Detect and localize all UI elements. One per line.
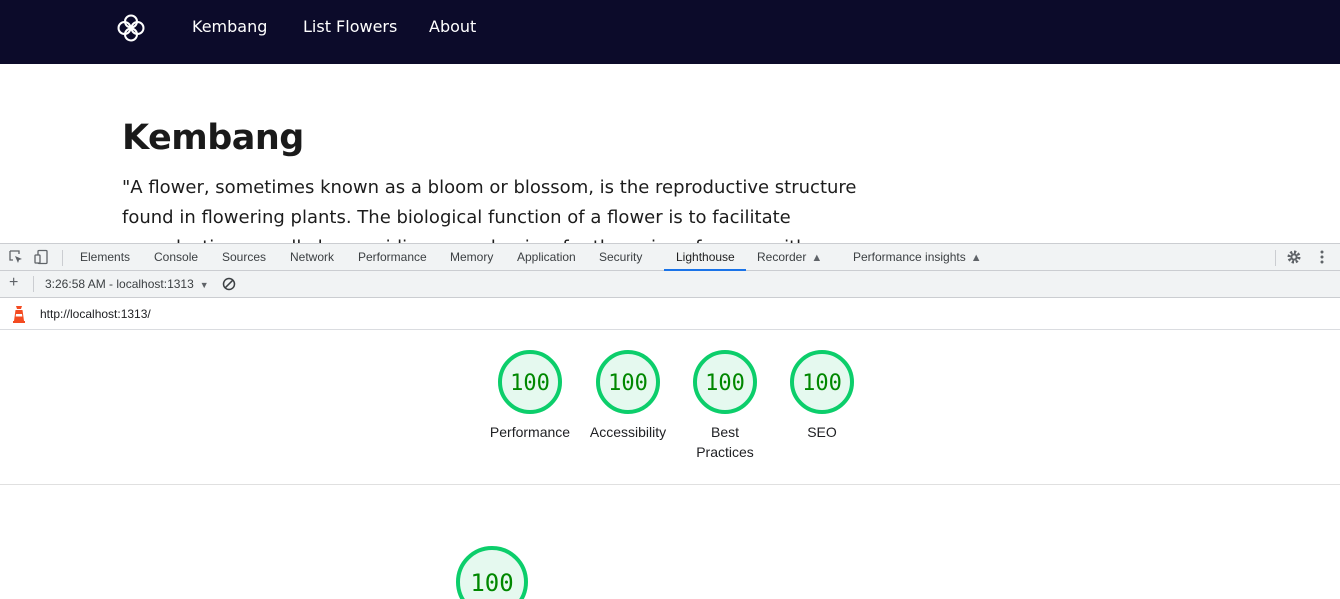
report-divider [0, 484, 1340, 485]
gear-icon[interactable] [1286, 249, 1302, 265]
tab-recorder-label: Recorder [757, 250, 807, 264]
device-toolbar-icon[interactable] [34, 249, 50, 265]
inspect-element-icon[interactable] [8, 249, 24, 265]
gauge-score: 100 [470, 569, 514, 597]
clear-icon[interactable] [222, 277, 236, 291]
devtools-tabbar: Elements Console Sources Network Perform… [0, 243, 1340, 271]
report-url[interactable]: http://localhost:1313/ [40, 307, 151, 321]
toolbar-divider [1275, 250, 1276, 266]
gauge-seo[interactable]: 100 SEO [772, 350, 872, 442]
more-vertical-icon[interactable]: ⋮ [1336, 306, 1340, 322]
report-url-bar: http://localhost:1313/ ⋮ [0, 298, 1340, 330]
tab-lighthouse[interactable]: Lighthouse [676, 244, 735, 271]
gauge-label: Accessibility [578, 422, 678, 442]
nav-link-kembang[interactable]: Kembang [192, 17, 267, 36]
gauge-best-practices[interactable]: 100 Best Practices [675, 350, 775, 462]
lighthouse-icon [13, 306, 25, 323]
lighthouse-report: 100 Performance 100 Accessibility 100 Be… [0, 330, 1340, 599]
site-navbar: Kembang List Flowers About [0, 0, 1340, 64]
tab-console[interactable]: Console [154, 244, 198, 271]
new-report-button[interactable]: + [9, 274, 18, 292]
flask-icon: ▲ [970, 252, 982, 264]
tab-performance[interactable]: Performance [358, 244, 427, 271]
caret-down-icon: ▼ [199, 280, 209, 290]
nav-link-list-flowers[interactable]: List Flowers [303, 17, 397, 36]
gauge-label-line: Performance [489, 424, 571, 440]
tab-recorder[interactable]: Recorder ▲ [757, 244, 822, 271]
gauge-label: Performance [480, 422, 580, 442]
tab-performance-insights[interactable]: Performance insights ▲ [853, 244, 982, 271]
report-select[interactable]: 3:26:58 AM - localhost:1313 ▼ [45, 277, 209, 291]
gauge-label-line: SEO [807, 424, 837, 440]
gauge-score: 100 [802, 371, 842, 396]
gauge-label: Best Practices [675, 422, 775, 462]
tab-memory[interactable]: Memory [450, 244, 493, 271]
gauge-label-line: Practices [696, 444, 754, 460]
lighthouse-toolbar: + 3:26:58 AM - localhost:1313 ▼ [0, 271, 1340, 298]
tab-elements[interactable]: Elements [80, 244, 130, 271]
toolbar-divider [62, 250, 63, 266]
tab-performance-insights-label: Performance insights [853, 250, 966, 264]
gauge-label-line: Accessibility [589, 424, 667, 440]
site-content: Kembang "A flower, sometimes known as a … [0, 64, 1340, 244]
tab-network[interactable]: Network [290, 244, 334, 271]
tab-sources[interactable]: Sources [222, 244, 266, 271]
flower-description: "A flower, sometimes known as a bloom or… [122, 177, 862, 244]
tab-application[interactable]: Application [517, 244, 576, 271]
gauge-label: SEO [772, 422, 872, 442]
toolbar-divider [33, 276, 34, 292]
gauge-accessibility[interactable]: 100 Accessibility [578, 350, 678, 442]
page-title: Kembang [122, 118, 304, 158]
more-vertical-icon[interactable] [1314, 249, 1330, 265]
gauge-performance[interactable]: 100 Performance [480, 350, 580, 442]
flask-icon: ▲ [811, 252, 823, 264]
gauge-score: 100 [608, 371, 648, 396]
report-select-value: 3:26:58 AM - localhost:1313 [45, 277, 194, 291]
nav-link-about[interactable]: About [429, 17, 476, 36]
gauge-score: 100 [510, 371, 550, 396]
gauge-label-line: Best [710, 424, 739, 440]
flower-icon[interactable] [116, 13, 146, 43]
tab-security[interactable]: Security [599, 244, 642, 271]
gauge-score: 100 [705, 371, 745, 396]
gauge-section-performance[interactable]: 100 [442, 546, 542, 599]
